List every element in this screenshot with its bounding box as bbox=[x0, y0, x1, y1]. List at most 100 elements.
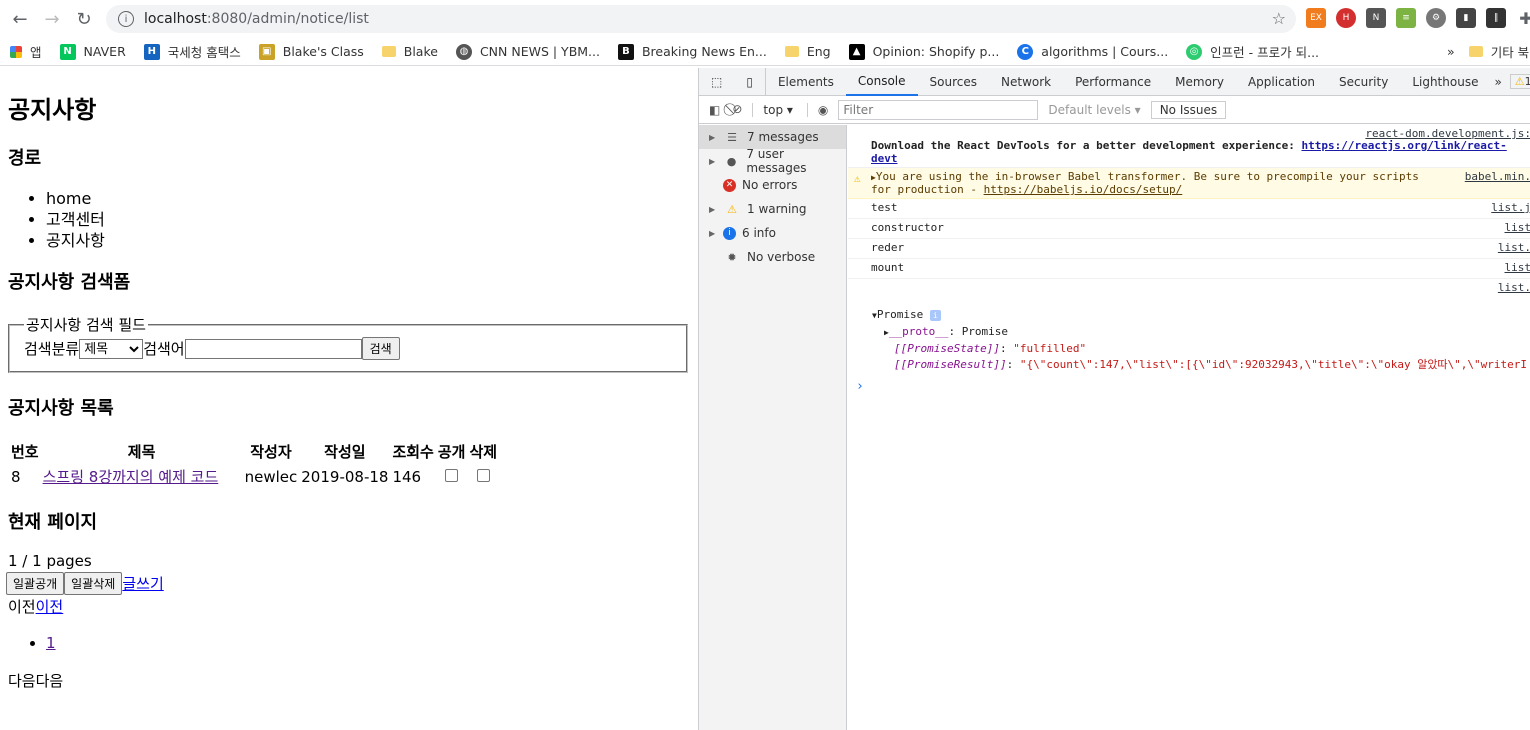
bar-extension-icon[interactable]: ▮ bbox=[1456, 8, 1476, 28]
red-extension-icon[interactable]: H bbox=[1336, 8, 1356, 28]
back-button[interactable]: ← bbox=[6, 5, 34, 33]
log-source-link[interactable]: list. bbox=[1498, 241, 1530, 254]
forward-button[interactable]: → bbox=[38, 5, 66, 33]
sidebar-item-info[interactable]: ▶ i 6 info bbox=[699, 221, 846, 245]
tab-security[interactable]: Security bbox=[1327, 68, 1400, 96]
live-expression-eye-icon[interactable]: ◉ bbox=[806, 102, 828, 117]
bookmark-other[interactable]: 기타 북마크 bbox=[1468, 42, 1530, 61]
context-select[interactable]: top ▾ bbox=[752, 102, 793, 117]
gear-extension-icon[interactable]: ⚙ bbox=[1426, 8, 1446, 28]
puzzle-icon[interactable]: ✚ bbox=[1516, 8, 1530, 28]
bookmark-apps[interactable]: 앱 bbox=[10, 42, 42, 61]
bookmark-cnn[interactable]: ◍ CNN NEWS | YBM... bbox=[455, 43, 600, 60]
promise-header[interactable]: ▼Promise i bbox=[872, 307, 1530, 324]
bookmark-hometax[interactable]: H 국세청 홈택스 bbox=[143, 42, 241, 61]
proto-row[interactable]: ▶__proto__: Promise bbox=[872, 324, 1530, 341]
bookmark-folder-eng[interactable]: Eng bbox=[784, 44, 831, 59]
warning-icon: ⚠ bbox=[1514, 75, 1525, 88]
tab-application[interactable]: Application bbox=[1236, 68, 1327, 96]
more-bookmarks-chevron-icon[interactable]: » bbox=[1447, 44, 1455, 59]
log-source-link[interactable]: list.j bbox=[1491, 201, 1530, 214]
col-header: 작성일 bbox=[324, 443, 366, 461]
inspect-element-icon[interactable]: ⬚ bbox=[699, 68, 734, 96]
tab-elements[interactable]: Elements bbox=[766, 68, 846, 96]
bookmark-folder-blake[interactable]: Blake bbox=[381, 44, 438, 59]
page-numbers: 1 bbox=[46, 634, 56, 652]
prev-text: 이전 bbox=[8, 598, 36, 616]
folder-icon bbox=[381, 46, 396, 57]
delete-all-button[interactable]: 일괄삭제 bbox=[64, 572, 123, 595]
search-input[interactable] bbox=[184, 338, 362, 359]
notion-extension-icon[interactable]: N bbox=[1366, 8, 1386, 28]
sidebar-item-verbose[interactable]: ✹ No verbose bbox=[699, 245, 846, 269]
col-header: 삭제 bbox=[469, 443, 498, 461]
tab-lighthouse[interactable]: Lighthouse bbox=[1400, 68, 1490, 96]
console-filter-input[interactable]: Filter bbox=[838, 99, 1039, 120]
tab-network[interactable]: Network bbox=[989, 68, 1063, 96]
clear-console-icon[interactable]: ⃠⊘ bbox=[732, 102, 742, 117]
console-log: constructor list bbox=[848, 219, 1530, 239]
console-toolbar: ◧ ⃠⊘ top ▾ ◉ Filter Default levels ▾ No … bbox=[699, 96, 1530, 124]
bookmark-algorithms[interactable]: C algorithms | Cours... bbox=[1017, 43, 1169, 60]
bookmark-label: 앱 bbox=[30, 45, 42, 60]
bookmark-opinion[interactable]: ▲ Opinion: Shopify p... bbox=[848, 43, 1000, 60]
console-prompt[interactable]: › bbox=[848, 379, 1530, 394]
tab-console[interactable]: Console bbox=[845, 68, 918, 96]
console-output: react-dom.development.js: Download the R… bbox=[848, 125, 1530, 730]
bookmark-label: NAVER bbox=[83, 44, 126, 59]
bookmark-label: Opinion: Shopify p... bbox=[872, 44, 1000, 59]
device-toolbar-icon[interactable]: ▯ bbox=[734, 67, 766, 96]
ex-extension-icon[interactable]: EX bbox=[1306, 8, 1326, 28]
bookmark-label: 기타 북마크 bbox=[1490, 45, 1530, 60]
user-icon: ● bbox=[726, 154, 737, 168]
sidebar-item-user-messages[interactable]: ▶ ● 7 user messages bbox=[699, 147, 846, 175]
sidebar-item-warnings[interactable]: ▶ ⚠ 1 warning bbox=[699, 197, 846, 221]
sidebar-toggle-icon[interactable]: ◧ bbox=[709, 103, 720, 117]
issues-button[interactable]: No Issues bbox=[1150, 100, 1227, 119]
prev-link[interactable]: 이전 bbox=[36, 598, 64, 616]
prop-value: "fulfilled" bbox=[1013, 342, 1087, 355]
bookmark-inflearn[interactable]: ◎ 인프런 - 프로가 되... bbox=[1186, 42, 1319, 61]
public-checkbox[interactable] bbox=[445, 468, 459, 482]
sidebar-item-errors[interactable]: ✕ No errors bbox=[699, 173, 846, 197]
table-header-row: 번호 제목 작성자 작성일 조회수 공개 삭제 bbox=[10, 440, 498, 463]
tab-performance[interactable]: Performance bbox=[1063, 68, 1163, 96]
sidebar-item-label: 1 warning bbox=[747, 202, 807, 216]
bookmark-star-icon[interactable]: ☆ bbox=[1272, 9, 1286, 28]
sidebar-item-messages[interactable]: ▶ ☰ 7 messages bbox=[699, 125, 846, 149]
info-icon[interactable]: i bbox=[118, 11, 134, 27]
warning-counter[interactable]: ⚠1 bbox=[1509, 74, 1530, 89]
expand-arrow-icon: ▶ bbox=[709, 132, 716, 142]
search-button[interactable]: 검색 bbox=[361, 337, 400, 360]
barcode-extension-icon[interactable]: ∥ bbox=[1486, 8, 1506, 28]
address-bar[interactable]: i localhost:8080/admin/notice/list ☆ bbox=[106, 5, 1296, 33]
bookmark-label: Breaking News En... bbox=[641, 44, 767, 59]
more-tabs-chevron-icon[interactable]: » bbox=[1490, 68, 1505, 96]
log-source-link[interactable]: list bbox=[1505, 261, 1530, 274]
console-body: ▶ ☰ 7 messages ▶ ● 7 user messages ✕ No … bbox=[699, 125, 1530, 730]
devtools-panel: ⬚ ▯ Elements Console Sources Network Per… bbox=[698, 67, 1530, 730]
tab-sources[interactable]: Sources bbox=[918, 68, 989, 96]
write-link[interactable]: 글쓰기 bbox=[122, 573, 163, 594]
log-source-link[interactable]: list bbox=[1505, 221, 1530, 234]
next-text: 다음다음 bbox=[8, 672, 64, 690]
delete-checkbox[interactable] bbox=[476, 468, 490, 482]
message-source-link[interactable]: react-dom.development.js: bbox=[1365, 127, 1530, 140]
message-source-link[interactable]: babel.min. bbox=[1465, 170, 1530, 183]
reload-button[interactable]: ↻ bbox=[70, 5, 98, 33]
search-category-select[interactable]: 제목 bbox=[79, 338, 144, 359]
sheet-extension-icon[interactable]: ≡ bbox=[1396, 8, 1416, 28]
log-source-link[interactable]: list. bbox=[1498, 281, 1530, 294]
page-number-link[interactable]: 1 bbox=[46, 634, 56, 652]
message-link[interactable]: https://babeljs.io/docs/setup/ bbox=[984, 183, 1183, 196]
bookmark-breaking-news[interactable]: B Breaking News En... bbox=[617, 43, 767, 60]
bookmark-label: algorithms | Cours... bbox=[1041, 44, 1169, 59]
tab-memory[interactable]: Memory bbox=[1163, 68, 1236, 96]
bookmark-blakes-class[interactable]: ▣ Blake's Class bbox=[258, 43, 364, 60]
bookmark-naver[interactable]: N NAVER bbox=[59, 43, 126, 60]
folder-icon bbox=[1468, 46, 1483, 57]
notice-title-link[interactable]: 스프링 8강까지의 예제 코드 bbox=[43, 468, 219, 486]
open-all-button[interactable]: 일괄공개 bbox=[6, 572, 65, 595]
prop-value: Promise bbox=[961, 325, 1009, 338]
log-levels-dropdown[interactable]: Default levels ▾ bbox=[1048, 103, 1140, 117]
